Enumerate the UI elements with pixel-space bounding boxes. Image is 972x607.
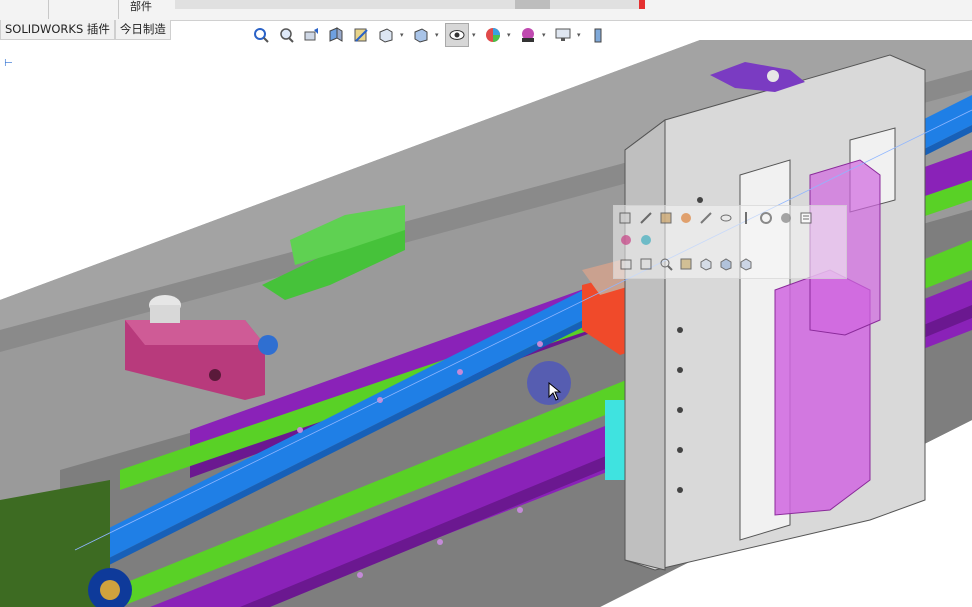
heads-up-view-toolbar: ▾ ▾ ▾ ▾ ▾ ▾: [250, 22, 609, 48]
view-orientation-icon[interactable]: [698, 256, 714, 272]
sensor-block-top: [125, 320, 265, 345]
command-manager-tabs: SOLIDWORKS 插件 今日制造: [0, 20, 171, 40]
isolate-icon[interactable]: [738, 210, 754, 226]
scroll-thumb[interactable]: [515, 0, 550, 9]
edit-sketch-icon[interactable]: [618, 256, 634, 272]
feature-tree-toggle-icon[interactable]: ⊢: [2, 57, 15, 70]
properties-icon[interactable]: [798, 210, 814, 226]
cap-screw-body: [150, 305, 180, 323]
edit-component-icon[interactable]: [618, 210, 634, 226]
chevron-down-icon[interactable]: ▾: [400, 31, 407, 39]
component-icon[interactable]: [618, 232, 634, 248]
tab-solidworks-addins[interactable]: SOLIDWORKS 插件: [0, 20, 115, 40]
change-transparency-icon[interactable]: [758, 210, 774, 226]
smart-mate-icon[interactable]: [638, 210, 654, 226]
pattern-icon[interactable]: [738, 256, 754, 272]
chevron-down-icon[interactable]: ▾: [472, 31, 479, 39]
view-orientation-icon[interactable]: [375, 24, 397, 46]
context-toolbar-row: [618, 210, 814, 226]
chevron-down-icon[interactable]: ▾: [507, 31, 514, 39]
carriage-plate-side: [624, 119, 666, 571]
rebuild-icon[interactable]: [778, 210, 794, 226]
display-pane-icon[interactable]: [718, 256, 734, 272]
bracket-screw: [767, 70, 779, 82]
ribbon-segment[interactable]: [0, 0, 49, 19]
sensor-hole: [209, 369, 221, 381]
ribbon-scrollbar[interactable]: [175, 0, 645, 9]
chevron-down-icon[interactable]: ▾: [577, 31, 584, 39]
hide-show-items-icon[interactable]: [445, 23, 469, 47]
zoom-to-fit-icon[interactable]: [250, 24, 272, 46]
pulley-hub: [100, 580, 120, 600]
dynamic-annotation-icon[interactable]: [350, 24, 372, 46]
render-tools-icon[interactable]: [587, 24, 609, 46]
graphics-viewport[interactable]: [0, 40, 972, 607]
chevron-down-icon[interactable]: ▾: [435, 31, 442, 39]
part-label: 部件: [130, 0, 152, 13]
zoom-to-selection-icon[interactable]: [658, 256, 674, 272]
blue-nut: [258, 335, 278, 355]
context-toolbar-row: [618, 232, 654, 248]
hide-icon[interactable]: [718, 210, 734, 226]
previous-view-icon[interactable]: [300, 24, 322, 46]
measure-icon[interactable]: [698, 210, 714, 226]
view-settings-icon[interactable]: [552, 24, 574, 46]
context-toolbar-row: [618, 256, 754, 272]
edit-appearance-icon[interactable]: [482, 24, 504, 46]
section-view-icon[interactable]: [325, 24, 347, 46]
chevron-down-icon[interactable]: ▾: [542, 31, 549, 39]
suppress-icon[interactable]: [638, 256, 654, 272]
mouse-pointer-icon: [548, 382, 562, 401]
apply-scene-icon[interactable]: [517, 24, 539, 46]
context-toolbar: [613, 205, 847, 279]
scroll-marker: [639, 0, 645, 9]
open-part-icon[interactable]: [658, 210, 674, 226]
zoom-to-area-icon[interactable]: [275, 24, 297, 46]
ribbon-segment[interactable]: [48, 0, 119, 19]
appearance-icon[interactable]: [678, 210, 694, 226]
color-icon[interactable]: [638, 232, 654, 248]
tab-today-manufacturing[interactable]: 今日制造: [114, 20, 171, 40]
display-style-icon[interactable]: [410, 24, 432, 46]
title-ribbon: 部件: [0, 0, 972, 21]
normal-to-icon[interactable]: [678, 256, 694, 272]
